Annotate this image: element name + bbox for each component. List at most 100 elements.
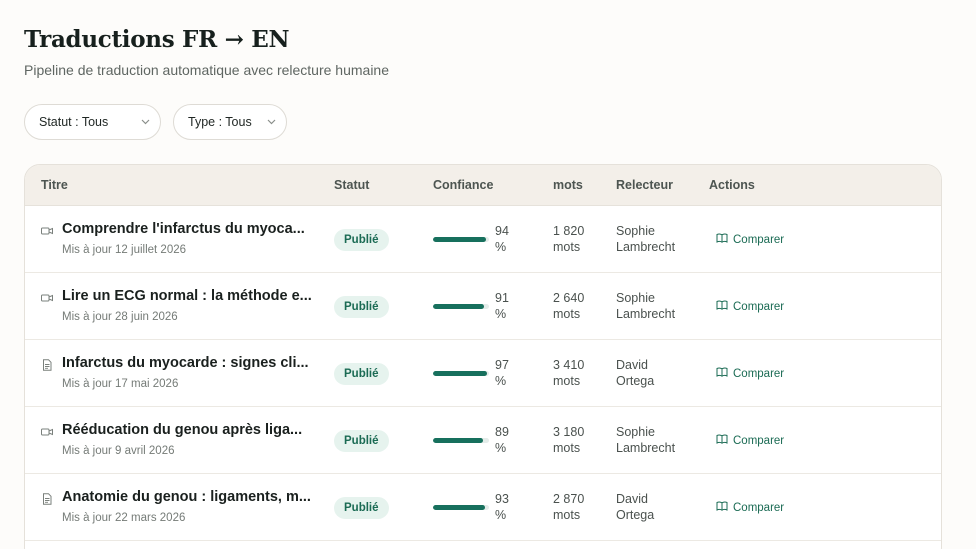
status-badge: Publié [334,430,389,452]
compare-button[interactable]: Comparer [716,500,784,515]
video-icon [41,425,53,437]
word-count-unit: mots [553,240,581,254]
row-updated-date: Mis à jour 9 avril 2026 [62,445,175,457]
table-row[interactable]: Rééducation du genou après liga... Mis à… [25,407,941,474]
confidence-bar-fill [433,505,486,510]
confidence-bar [433,438,489,443]
row-title[interactable]: Infarctus du myocarde : signes cli... [62,355,309,371]
video-icon [41,291,53,303]
confidence-bar [433,371,489,376]
confidence-unit: % [495,441,507,455]
compare-button-label: Comparer [733,367,785,380]
table-body: Comprendre l'infarctus du myoca... Mis à… [25,206,941,541]
reviewer-last-name: Ortega [616,508,655,522]
column-header-status[interactable]: Statut [334,178,369,192]
confidence-unit: % [495,307,507,321]
confidence-bar [433,505,489,510]
word-count-unit: mots [553,374,581,388]
confidence-bar-fill [433,438,483,443]
confidence-value: 93 % [495,491,509,523]
translations-table: Titre Statut Confiance mots Relecteur Ac… [24,164,942,549]
column-header-actions: Actions [709,178,755,192]
status-badge: Publié [334,497,389,519]
reviewer-first-name: David [616,358,648,372]
confidence-bar-fill [433,304,484,309]
status-badge: Publié [334,229,389,251]
type-filter-label: Type : Tous [188,115,252,129]
reviewer-name: Sophie Lambrecht [616,290,696,322]
compare-button[interactable]: Comparer [716,299,784,314]
word-count: 3 180 mots [553,424,584,456]
reviewer-first-name: Sophie [616,291,655,305]
word-count-number: 3 410 [553,358,585,372]
word-count-number: 2 640 [553,291,585,305]
compare-button-label: Comparer [733,233,785,246]
page-title: Traductions FR → EN [24,26,290,53]
reviewer-first-name: Sophie [616,224,655,238]
compare-button[interactable]: Comparer [716,366,784,381]
status-filter-label: Statut : Tous [39,115,109,129]
reviewer-first-name: David [616,492,648,506]
word-count-unit: mots [553,307,581,321]
row-updated-date: Mis à jour 28 juin 2026 [62,311,178,323]
word-count-number: 1 820 [553,224,585,238]
word-count: 3 410 mots [553,357,584,389]
word-count: 1 820 mots [553,223,584,255]
status-badge: Publié [334,363,389,385]
compare-button-label: Comparer [733,501,785,514]
column-header-words[interactable]: mots [553,178,583,192]
row-updated-date: Mis à jour 12 juillet 2026 [62,244,187,256]
row-title[interactable]: Comprendre l'infarctus du myoca... [62,221,305,237]
word-count-number: 2 870 [553,492,585,506]
row-title[interactable]: Anatomie du genou : ligaments, m... [62,489,311,505]
row-title[interactable]: Lire un ECG normal : la méthode e... [62,288,312,304]
status-filter-dropdown[interactable]: Statut : Tous [24,104,161,140]
document-icon [41,358,53,371]
column-header-title[interactable]: Titre [41,178,68,192]
word-count-number: 3 180 [553,425,585,439]
confidence-value: 97 % [495,357,509,389]
row-updated-date: Mis à jour 22 mars 2026 [62,512,186,524]
word-count: 2 640 mots [553,290,584,322]
chevron-down-icon [266,117,276,127]
word-count-unit: mots [553,508,581,522]
book-open-icon [716,500,728,515]
column-header-confidence[interactable]: Confiance [433,178,493,192]
book-open-icon [716,232,728,247]
reviewer-name: David Ortega [616,357,696,389]
word-count: 2 870 mots [553,491,584,523]
confidence-value: 91 % [495,290,509,322]
confidence-number: 94 [495,224,509,238]
reviewer-first-name: Sophie [616,425,655,439]
confidence-number: 91 [495,291,509,305]
table-row[interactable]: Anatomie du genou : ligaments, m... Mis … [25,474,941,541]
table-row[interactable]: Comprendre l'infarctus du myoca... Mis à… [25,206,941,273]
confidence-number: 97 [495,358,509,372]
confidence-value: 94 % [495,223,509,255]
document-icon [41,492,53,505]
confidence-bar-fill [433,237,486,242]
compare-button[interactable]: Comparer [716,433,784,448]
compare-button[interactable]: Comparer [716,232,784,247]
row-title[interactable]: Rééducation du genou après liga... [62,422,302,438]
reviewer-last-name: Ortega [616,374,655,388]
table-row[interactable]: Infarctus du myocarde : signes cli... Mi… [25,340,941,407]
column-header-reviewer[interactable]: Relecteur [616,178,673,192]
book-open-icon [716,366,728,381]
table-row[interactable]: Lire un ECG normal : la méthode e... Mis… [25,273,941,340]
compare-button-label: Comparer [733,434,785,447]
reviewer-last-name: Lambrecht [616,240,676,254]
type-filter-dropdown[interactable]: Type : Tous [173,104,287,140]
reviewer-name: Sophie Lambrecht [616,424,696,456]
video-icon [41,224,53,236]
row-updated-date: Mis à jour 17 mai 2026 [62,378,179,390]
confidence-bar-fill [433,371,488,376]
confidence-number: 93 [495,492,509,506]
book-open-icon [716,433,728,448]
reviewer-last-name: Lambrecht [616,307,676,321]
confidence-unit: % [495,508,507,522]
table-header: Titre Statut Confiance mots Relecteur Ac… [25,165,941,206]
book-open-icon [716,299,728,314]
compare-button-label: Comparer [733,300,785,313]
chevron-down-icon [140,117,150,127]
